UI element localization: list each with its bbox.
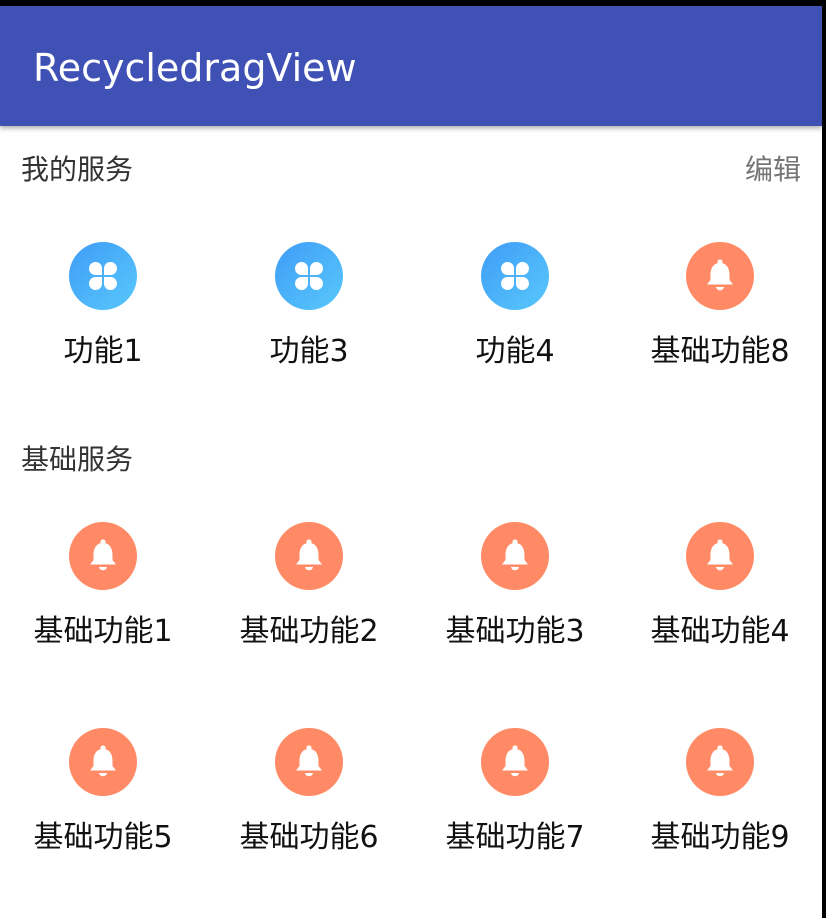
clover-icon xyxy=(275,242,343,310)
basic-services-grid-row: 基础功能1 基础功能2 基础功能3 基础功能4 xyxy=(0,512,822,718)
grid-item-label: 功能1 xyxy=(63,334,143,369)
bell-icon xyxy=(275,728,343,796)
app-bar: RecycledragView xyxy=(0,6,822,126)
grid-item-label: 基础功能7 xyxy=(445,820,585,855)
clover-icon xyxy=(69,242,137,310)
grid-item-label: 基础功能3 xyxy=(445,614,585,649)
grid-item-label: 基础功能8 xyxy=(650,334,790,369)
clover-icon xyxy=(481,242,549,310)
grid-item[interactable]: 基础功能6 xyxy=(206,718,412,918)
grid-item[interactable]: 基础功能3 xyxy=(412,512,618,718)
bell-icon xyxy=(686,242,754,310)
grid-item-label: 基础功能9 xyxy=(650,820,790,855)
grid-item[interactable]: 基础功能7 xyxy=(412,718,618,918)
bell-icon xyxy=(686,728,754,796)
grid-item[interactable]: 基础功能8 xyxy=(618,232,822,438)
bell-icon xyxy=(69,728,137,796)
grid-item-label: 基础功能1 xyxy=(33,614,173,649)
my-services-header: 我的服务 编辑 xyxy=(0,138,822,198)
grid-item-label: 功能3 xyxy=(269,334,349,369)
grid-item-label: 基础功能6 xyxy=(239,820,379,855)
bell-icon xyxy=(686,522,754,590)
app-title: RecycledragView xyxy=(33,46,357,90)
grid-item[interactable]: 基础功能5 xyxy=(0,718,206,918)
grid-item[interactable]: 基础功能9 xyxy=(618,718,822,918)
basic-services-grid-row: 基础功能5 基础功能6 基础功能7 基础功能9 xyxy=(0,718,822,918)
basic-services-title: 基础服务 xyxy=(21,443,134,476)
bell-icon xyxy=(69,522,137,590)
my-services-title: 我的服务 xyxy=(21,153,134,186)
edit-button[interactable]: 编辑 xyxy=(745,152,801,188)
grid-item[interactable]: 功能4 xyxy=(412,232,618,438)
bell-icon xyxy=(275,522,343,590)
bell-icon xyxy=(481,522,549,590)
grid-item[interactable]: 功能3 xyxy=(206,232,412,438)
app-screen: RecycledragView 我的服务 编辑 功能1 功能3 功能4 基础功能… xyxy=(0,0,822,918)
basic-services-header: 基础服务 xyxy=(0,428,822,488)
grid-item-label: 基础功能2 xyxy=(239,614,379,649)
grid-item[interactable]: 基础功能4 xyxy=(618,512,822,718)
grid-item-label: 功能4 xyxy=(475,334,555,369)
grid-item[interactable]: 基础功能1 xyxy=(0,512,206,718)
grid-item-label: 基础功能5 xyxy=(33,820,173,855)
bell-icon xyxy=(481,728,549,796)
grid-item-label: 基础功能4 xyxy=(650,614,790,649)
my-services-grid: 功能1 功能3 功能4 基础功能8 xyxy=(0,232,822,438)
grid-item[interactable]: 基础功能2 xyxy=(206,512,412,718)
grid-item[interactable]: 功能1 xyxy=(0,232,206,438)
